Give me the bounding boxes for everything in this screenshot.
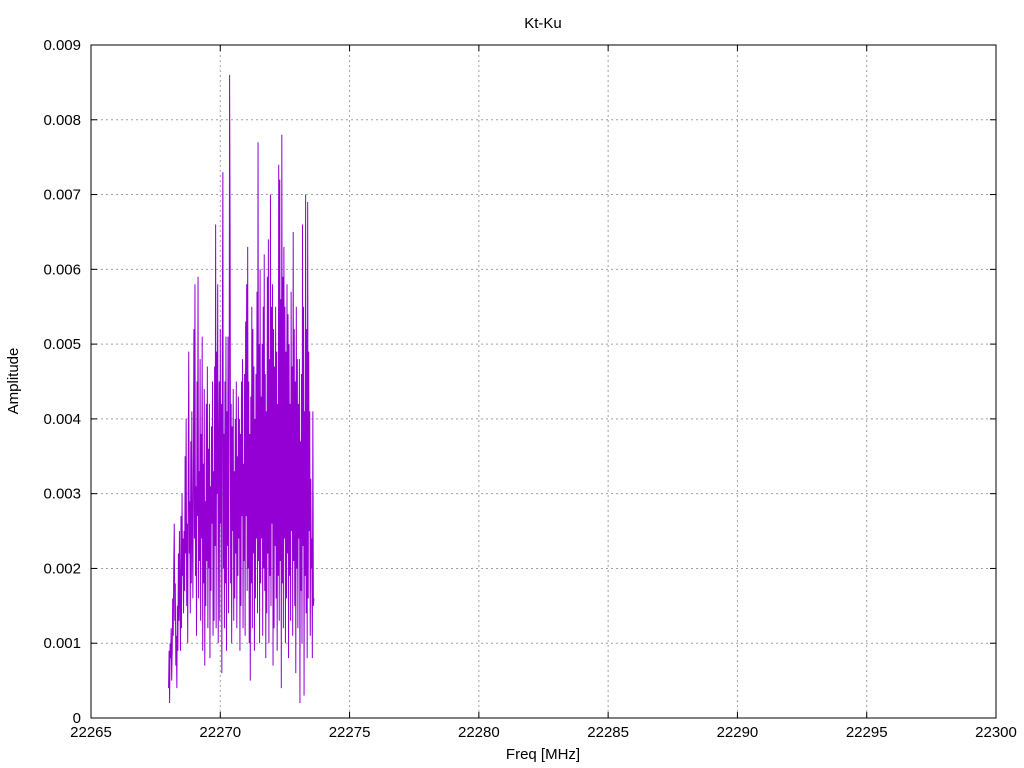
x-tick-label: 22280 [458, 724, 500, 741]
spectrum-chart: 22265 22270 22275 22280 22285 22290 22295 22300… [5, 15, 1017, 763]
x-tick-label: 22295 [846, 724, 888, 741]
y-tick-label: 0.004 [43, 411, 81, 428]
x-tick-label: 22285 [587, 724, 629, 741]
y-axis-label: Amplitude [5, 348, 22, 415]
chart-title: Kt-Ku [524, 15, 562, 32]
x-tick-label: 22300 [975, 724, 1017, 741]
amplitude-series-line [168, 74, 315, 704]
x-tick-label: 22270 [199, 724, 241, 741]
y-tick-label: 0.003 [43, 486, 81, 503]
y-tick-label: 0.001 [43, 635, 81, 652]
y-tick-label: 0.007 [43, 187, 81, 204]
y-tick-label: 0.005 [43, 336, 81, 353]
y-tick-label: 0.002 [43, 560, 81, 577]
y-tick-labels: 0 0.001 0.002 0.003 0.004 0.005 0.006 0.007 0.00… [43, 37, 81, 727]
y-tick-label: 0.006 [43, 261, 81, 278]
x-tick-label: 22290 [717, 724, 759, 741]
x-axis-label: Freq [MHz] [506, 746, 580, 763]
y-tick-label: 0 [73, 710, 81, 727]
y-tick-label: 0.008 [43, 112, 81, 129]
x-tick-labels: 22265 22270 22275 22280 22285 22290 22295 22300 [70, 724, 1017, 741]
y-tick-label: 0.009 [43, 37, 81, 54]
x-tick-label: 22275 [329, 724, 371, 741]
